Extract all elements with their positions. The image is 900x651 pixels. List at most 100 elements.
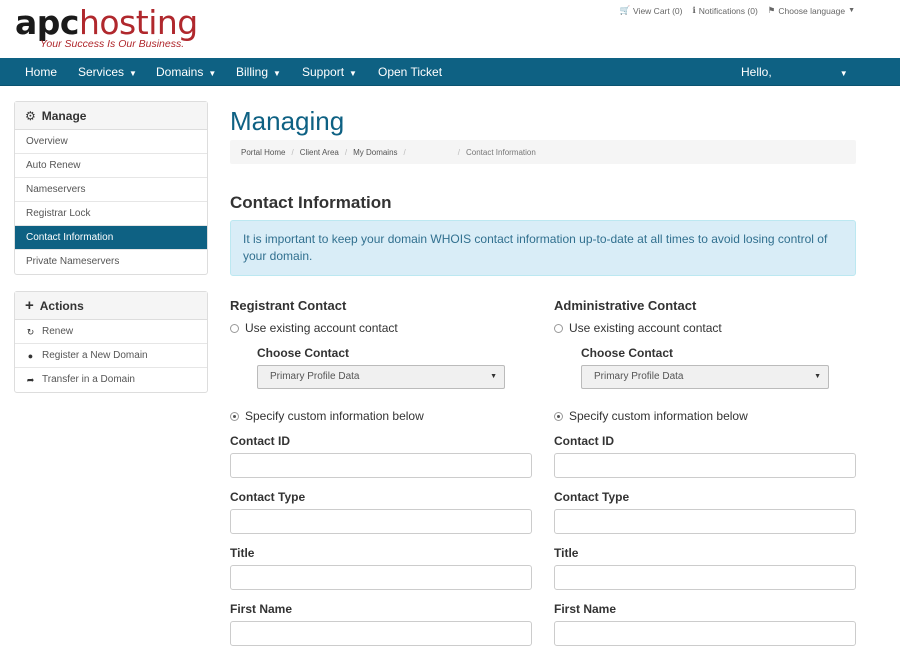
administrative-first-name-label: First Name xyxy=(554,602,617,616)
logo[interactable]: apchosting Your Success Is Our Business. xyxy=(15,6,205,52)
administrative-first-name-input[interactable] xyxy=(554,621,856,646)
administrative-title-label: Title xyxy=(554,546,579,560)
administrative-custom-label: Specify custom information below xyxy=(569,409,748,423)
nav-billing[interactable]: Billing ▼ xyxy=(236,58,281,86)
nav-home[interactable]: Home xyxy=(25,58,57,86)
administrative-select-value: Primary Profile Data xyxy=(594,371,684,382)
sidebar-item-transfer-domain[interactable]: ➦ Transfer in a Domain xyxy=(15,368,207,392)
choose-language-label: Choose language xyxy=(778,5,846,16)
top-links: 🛒 View Cart (0) ℹ Notifications (0) ⚑ Ch… xyxy=(619,5,855,16)
nav-domains[interactable]: Domains ▼ xyxy=(156,58,216,86)
page-title: Managing xyxy=(230,106,345,136)
registrant-contact-type-input[interactable] xyxy=(230,509,532,534)
info-alert: It is important to keep your domain WHOI… xyxy=(230,220,856,276)
view-cart-label: View Cart (0) xyxy=(633,5,683,16)
administrative-use-existing-radio[interactable] xyxy=(554,323,563,333)
renew-label: Renew xyxy=(42,325,74,337)
registrant-choose-contact-label: Choose Contact xyxy=(257,346,350,360)
chevron-down-icon: ▼ xyxy=(814,373,821,380)
registrant-custom-radio[interactable] xyxy=(230,411,239,421)
info-icon: ℹ xyxy=(692,5,696,15)
chevron-down-icon: ▼ xyxy=(839,69,848,78)
registrant-use-existing-option[interactable]: Use existing account contact xyxy=(230,321,398,335)
registrant-custom-label: Specify custom information below xyxy=(245,409,424,423)
sidebar-item-private-nameservers[interactable]: Private Nameservers xyxy=(15,250,207,274)
breadcrumb-separator: / xyxy=(291,147,294,157)
actions-panel: + Actions ↻ Renew ● Register a New Domai… xyxy=(14,291,208,393)
chevron-down-icon: ▼ xyxy=(129,69,137,78)
registrant-choose-contact-select[interactable]: Primary Profile Data ▼ xyxy=(257,365,505,389)
gear-icon: ⚙ xyxy=(25,108,36,123)
administrative-contact-title: Administrative Contact xyxy=(554,298,697,313)
breadcrumb-current: Contact Information xyxy=(466,147,536,157)
actions-title: Actions xyxy=(39,298,84,313)
nav-user-menu[interactable]: Hello, ▼ xyxy=(741,58,848,86)
registrant-contact-id-input[interactable] xyxy=(230,453,532,478)
sidebar-item-register-domain[interactable]: ● Register a New Domain xyxy=(15,344,207,368)
administrative-contact-id-input[interactable] xyxy=(554,453,856,478)
registrant-contact-title: Registrant Contact xyxy=(230,298,347,313)
administrative-contact-id-label: Contact ID xyxy=(554,434,614,448)
registrant-first-name-input[interactable] xyxy=(230,621,532,646)
breadcrumb-portal-home[interactable]: Portal Home xyxy=(241,148,285,157)
sidebar-item-nameservers[interactable]: Nameservers xyxy=(15,178,207,202)
plus-icon: + xyxy=(25,297,34,314)
logo-hosting: hosting xyxy=(78,3,198,42)
breadcrumb-separator: / xyxy=(403,147,406,157)
sidebar-item-contact-information[interactable]: Contact Information xyxy=(15,226,207,250)
administrative-choose-contact-label: Choose Contact xyxy=(581,346,674,360)
nav-domains-label: Domains xyxy=(156,65,204,79)
sidebar-item-registrar-lock[interactable]: Registrar Lock xyxy=(15,202,207,226)
registrant-contact-id-label: Contact ID xyxy=(230,434,290,448)
registrant-use-existing-radio[interactable] xyxy=(230,323,239,333)
administrative-contact-type-input[interactable] xyxy=(554,509,856,534)
choose-language-dropdown[interactable]: ⚑ Choose language ▼ xyxy=(768,5,855,16)
share-arrow-icon: ➦ xyxy=(26,375,35,385)
chevron-down-icon: ▼ xyxy=(208,69,217,78)
nav-services-label: Services xyxy=(78,65,125,79)
globe-icon: ● xyxy=(27,350,34,361)
transfer-domain-label: Transfer in a Domain xyxy=(42,374,135,385)
administrative-title-input[interactable] xyxy=(554,565,856,590)
registrant-contact-type-label: Contact Type xyxy=(230,490,306,504)
nav-home-label: Home xyxy=(25,65,58,79)
breadcrumb: Portal Home / Client Area / My Domains /… xyxy=(230,140,856,164)
registrant-use-existing-label: Use existing account contact xyxy=(245,321,398,335)
nav-support[interactable]: Support ▼ xyxy=(302,58,357,86)
refresh-icon: ↻ xyxy=(26,326,35,337)
notifications-link[interactable]: ℹ Notifications (0) xyxy=(693,5,758,16)
language-icon: ⚑ xyxy=(767,5,776,15)
chevron-down-icon: ▼ xyxy=(273,69,281,78)
logo-wordmark: apchosting xyxy=(15,6,198,40)
breadcrumb-my-domains[interactable]: My Domains xyxy=(353,148,397,157)
registrant-title-label: Title xyxy=(230,546,255,560)
section-title: Contact Information xyxy=(230,193,392,212)
nav-hello-label: Hello, xyxy=(741,65,772,79)
main-navbar: Home Services ▼ Domains ▼ Billing ▼ Support… xyxy=(0,58,900,86)
nav-services[interactable]: Services ▼ xyxy=(78,58,137,86)
administrative-custom-option[interactable]: Specify custom information below xyxy=(554,409,748,423)
administrative-custom-radio[interactable] xyxy=(554,411,563,421)
sidebar-item-auto-renew[interactable]: Auto Renew xyxy=(15,154,207,178)
nav-open-ticket[interactable]: Open Ticket xyxy=(378,58,442,86)
chevron-down-icon: ▼ xyxy=(349,69,357,78)
breadcrumb-separator: / xyxy=(457,147,460,157)
view-cart-link[interactable]: 🛒 View Cart (0) xyxy=(619,5,682,16)
nav-support-label: Support xyxy=(302,65,345,79)
administrative-use-existing-label: Use existing account contact xyxy=(569,321,722,335)
registrant-custom-option[interactable]: Specify custom information below xyxy=(230,409,424,423)
registrant-first-name-label: First Name xyxy=(230,602,293,616)
sidebar-item-overview[interactable]: Overview xyxy=(15,130,207,154)
administrative-choose-contact-select[interactable]: Primary Profile Data ▼ xyxy=(581,365,829,389)
nav-open-ticket-label: Open Ticket xyxy=(378,65,443,79)
registrant-select-value: Primary Profile Data xyxy=(270,371,360,382)
logo-apc: apc xyxy=(15,3,79,42)
sidebar-item-renew[interactable]: ↻ Renew xyxy=(15,320,207,344)
register-domain-label: Register a New Domain xyxy=(42,349,148,361)
registrant-title-input[interactable] xyxy=(230,565,532,590)
notifications-label: Notifications (0) xyxy=(698,5,758,16)
breadcrumb-separator: / xyxy=(344,147,348,157)
chevron-down-icon: ▼ xyxy=(848,7,855,14)
breadcrumb-client-area[interactable]: Client Area xyxy=(300,148,339,157)
administrative-use-existing-option[interactable]: Use existing account contact xyxy=(554,321,722,335)
